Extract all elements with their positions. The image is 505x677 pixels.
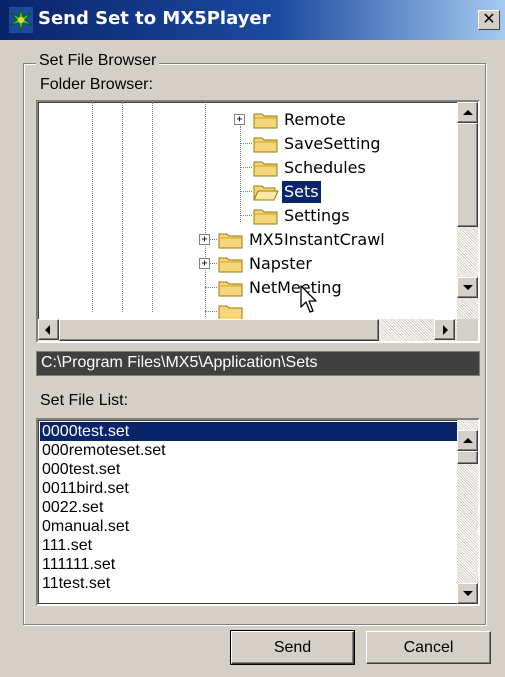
- window-title: Send Set to MX5Player: [38, 8, 271, 29]
- set-file-list[interactable]: 0000test.set 000remoteset.set 000test.se…: [36, 418, 480, 606]
- list-item[interactable]: 0022.set: [40, 498, 103, 517]
- cancel-button[interactable]: Cancel: [366, 631, 491, 664]
- scroll-up-button[interactable]: [457, 102, 478, 123]
- tree-horizontal-scrollbar[interactable]: [38, 319, 457, 341]
- current-path-text: C:\Program Files\MX5\Application\Sets: [41, 354, 318, 371]
- folder-icon: [218, 281, 243, 297]
- scroll-right-button[interactable]: [434, 319, 455, 340]
- tree-node-settings[interactable]: Settings: [282, 205, 352, 227]
- list-item[interactable]: 0011bird.set: [40, 479, 129, 498]
- folder-open-icon: [253, 185, 279, 201]
- folder-tree[interactable]: + + + Remote SaveSetting Schedules Sets …: [36, 100, 480, 343]
- list-scroll-down-button[interactable]: [457, 583, 478, 604]
- list-item[interactable]: 0000test.set: [40, 422, 458, 441]
- tree-node-savesetting[interactable]: SaveSetting: [282, 133, 383, 155]
- list-item[interactable]: 000remoteset.set: [40, 441, 166, 460]
- folder-browser-label: Folder Browser:: [40, 76, 153, 93]
- current-path-display: C:\Program Files\MX5\Application\Sets: [36, 351, 480, 376]
- scroll-down-button[interactable]: [457, 277, 478, 298]
- folder-icon: [253, 113, 278, 129]
- list-item[interactable]: 111111.set: [40, 555, 115, 574]
- list-item[interactable]: 11test.set: [40, 574, 110, 593]
- list-item[interactable]: 111.set: [40, 536, 92, 555]
- tree-hscroll-thumb[interactable]: [59, 319, 379, 341]
- set-file-list-label: Set File List:: [40, 392, 129, 409]
- folder-icon: [218, 257, 243, 273]
- expand-remote-button[interactable]: +: [234, 114, 245, 125]
- tree-node-mx5instantcrawl[interactable]: MX5InstantCrawl: [247, 229, 387, 251]
- list-item[interactable]: 0manual.set: [40, 517, 129, 536]
- scroll-left-button[interactable]: [38, 319, 59, 340]
- tree-node-schedules[interactable]: Schedules: [282, 157, 368, 179]
- expand-mx5instantcrawl-button[interactable]: +: [199, 234, 210, 245]
- title-bar[interactable]: Send Set to MX5Player ✕: [0, 0, 505, 40]
- mouse-cursor-icon: [300, 285, 317, 313]
- close-button[interactable]: ✕: [478, 10, 500, 30]
- tree-scroll-thumb[interactable]: [457, 123, 478, 227]
- list-item[interactable]: 000test.set: [40, 460, 120, 479]
- tree-vertical-scrollbar[interactable]: [457, 102, 478, 319]
- scrollbar-corner: [457, 319, 478, 341]
- send-button[interactable]: Send: [230, 630, 355, 665]
- folder-icon: [253, 161, 278, 177]
- list-scroll-thumb[interactable]: [457, 451, 478, 464]
- tree-node-remote[interactable]: Remote: [282, 109, 348, 131]
- close-icon: ✕: [482, 9, 496, 28]
- folder-icon: [253, 209, 278, 225]
- group-legend: Set File Browser: [36, 52, 160, 70]
- list-scroll-up-button[interactable]: [457, 430, 478, 451]
- send-set-dialog: Send Set to MX5Player ✕ Set File Browser…: [0, 0, 505, 677]
- folder-icon: [218, 233, 243, 249]
- tree-node-napster[interactable]: Napster: [247, 253, 314, 275]
- tree-node-sets[interactable]: Sets: [282, 181, 321, 203]
- tree-node-netmeeting[interactable]: NetMeeting: [247, 277, 344, 299]
- list-vertical-scrollbar[interactable]: [457, 420, 478, 604]
- folder-icon: [253, 137, 278, 153]
- expand-napster-button[interactable]: +: [199, 258, 210, 269]
- app-icon: [9, 7, 33, 33]
